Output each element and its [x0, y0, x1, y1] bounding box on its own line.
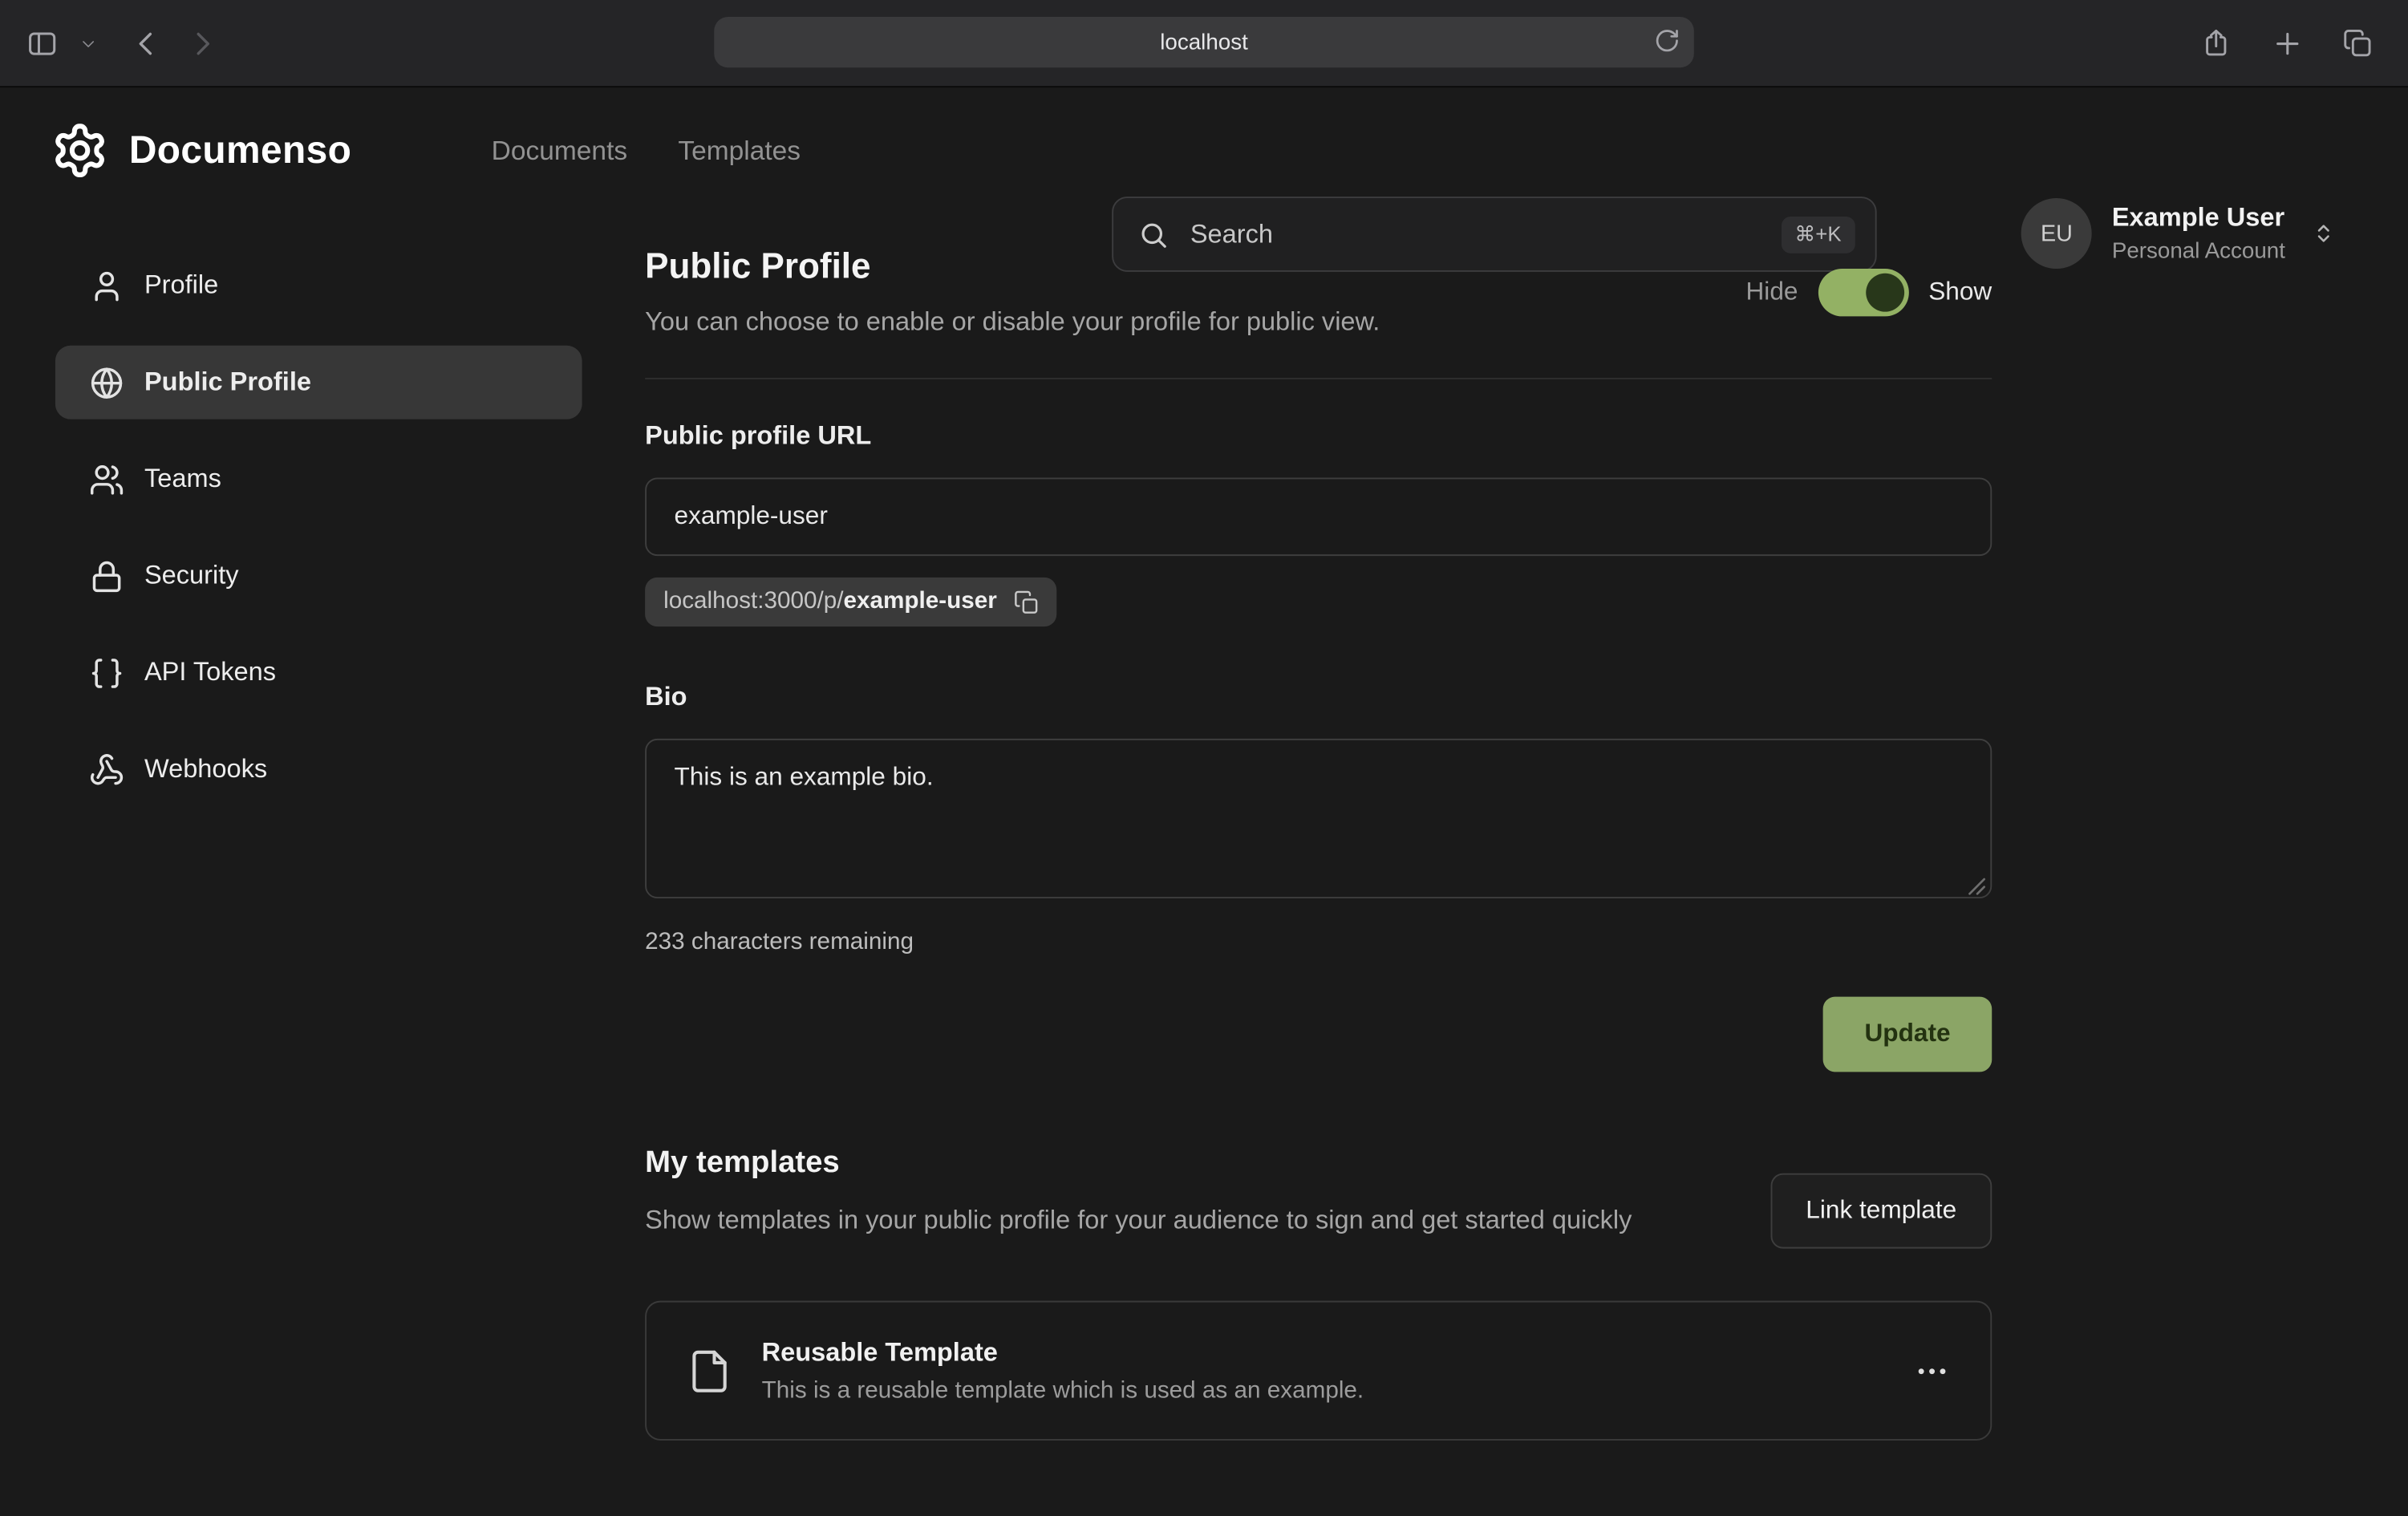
characters-remaining: 233 characters remaining	[645, 929, 1992, 956]
lock-icon	[89, 558, 124, 594]
sidebar-item-label: Security	[144, 561, 239, 591]
copy-icon[interactable]	[1014, 589, 1040, 615]
sidebar-item-webhooks[interactable]: Webhooks	[55, 732, 582, 806]
address-bar[interactable]: localhost	[714, 17, 1694, 67]
bio-textarea[interactable]: This is an example bio.	[645, 739, 1992, 898]
user-meta: Example User Personal Account	[2112, 203, 2285, 263]
settings-sidebar: Profile Public Profile Teams Security AP…	[55, 249, 582, 806]
bio-field-label: Bio	[645, 682, 1992, 712]
brand-name: Documenso	[129, 128, 351, 173]
url-field-label: Public profile URL	[645, 421, 1992, 452]
file-icon	[687, 1348, 732, 1393]
toggle-hide-label: Hide	[1745, 278, 1798, 306]
user-name: Example User	[2112, 203, 2285, 234]
sidebar-item-label: Public Profile	[144, 367, 311, 398]
forward-icon[interactable]	[181, 15, 221, 71]
sidebar-item-profile[interactable]: Profile	[55, 249, 582, 322]
home-link[interactable]: Documenso	[51, 86, 351, 215]
profile-url-text: localhost:3000/p/example-user	[663, 588, 997, 615]
user-icon	[89, 268, 124, 303]
users-icon	[89, 461, 124, 497]
update-button[interactable]: Update	[1823, 997, 1992, 1072]
section-divider	[645, 378, 1992, 379]
avatar-initials: EU	[2041, 221, 2073, 247]
chevron-down-icon[interactable]	[77, 15, 99, 71]
share-icon[interactable]	[2196, 15, 2236, 71]
address-bar-url: localhost	[1160, 30, 1248, 55]
chevrons-up-down-icon	[2310, 220, 2337, 247]
user-account-type: Personal Account	[2112, 239, 2285, 264]
sidebar-item-label: API Tokens	[144, 657, 276, 687]
page-header-text: Public Profile You can choose to enable …	[645, 245, 1380, 338]
resize-grip-icon[interactable]	[1968, 877, 1986, 895]
tab-overview-icon[interactable]	[2337, 15, 2378, 71]
templates-header: My templates Show templates in your publ…	[645, 1145, 1992, 1248]
bio-field-wrap: This is an example bio.	[645, 739, 1992, 906]
profile-url-prefix: localhost:3000/p/	[663, 588, 843, 614]
globe-icon	[89, 365, 124, 400]
webhook-icon	[89, 752, 124, 787]
screen: localhost Documenso Documents	[0, 0, 2408, 1516]
browser-chrome: localhost	[0, 0, 2408, 87]
documenso-logo-icon	[51, 121, 109, 180]
reload-icon[interactable]	[1654, 27, 1680, 54]
sidebar-item-label: Webhooks	[144, 754, 267, 784]
braces-icon	[89, 655, 124, 691]
page-subtitle: You can choose to enable or disable your…	[645, 307, 1380, 338]
new-tab-icon[interactable]	[2267, 15, 2307, 71]
page-header: Public Profile You can choose to enable …	[645, 245, 1992, 338]
profile-visibility-toggle[interactable]	[1818, 268, 1908, 315]
profile-url-slug: example-user	[844, 588, 997, 614]
sidebar-item-label: Profile	[144, 270, 218, 301]
nav-documents[interactable]: Documents	[492, 135, 627, 167]
back-icon[interactable]	[126, 15, 166, 71]
nav-templates[interactable]: Templates	[678, 135, 801, 167]
sidebar-item-teams[interactable]: Teams	[55, 442, 582, 516]
toggle-knob	[1866, 273, 1904, 311]
template-list-item: Reusable Template This is a reusable tem…	[645, 1301, 1992, 1441]
sidebar-item-public-profile[interactable]: Public Profile	[55, 346, 582, 420]
sidebar-item-label: Teams	[144, 464, 221, 494]
sidebar-toggle-icon[interactable]	[22, 15, 62, 71]
template-name: Reusable Template	[762, 1337, 1364, 1368]
templates-header-text: My templates Show templates in your publ…	[645, 1145, 1632, 1241]
main-content: Public Profile You can choose to enable …	[645, 245, 1992, 1441]
template-description: This is a reusable template which is use…	[762, 1376, 1364, 1404]
profile-url-preview: localhost:3000/p/example-user	[645, 578, 1056, 626]
browser-nav-controls	[22, 0, 221, 86]
sidebar-item-api-tokens[interactable]: API Tokens	[55, 636, 582, 710]
update-row: Update	[645, 997, 1992, 1072]
link-template-button[interactable]: Link template	[1770, 1173, 1992, 1249]
templates-subtitle: Show templates in your public profile fo…	[645, 1201, 1632, 1241]
avatar: EU	[2021, 198, 2092, 269]
toggle-show-label: Show	[1928, 278, 1992, 306]
page-title: Public Profile	[645, 245, 1380, 287]
top-nav: Documents Templates	[492, 86, 801, 215]
template-menu-icon[interactable]	[1914, 1352, 1951, 1389]
visibility-toggle-row: Hide Show	[1745, 268, 1992, 315]
app-header: Documenso Documents Templates ⌘+K EU Exa…	[0, 86, 2408, 215]
template-item-text: Reusable Template This is a reusable tem…	[762, 1337, 1364, 1405]
user-menu[interactable]: EU Example User Personal Account	[2021, 198, 2337, 269]
public-profile-url-input[interactable]	[645, 477, 1992, 556]
sidebar-item-security[interactable]: Security	[55, 539, 582, 613]
browser-actions	[2196, 0, 2378, 86]
templates-title: My templates	[645, 1145, 1632, 1181]
